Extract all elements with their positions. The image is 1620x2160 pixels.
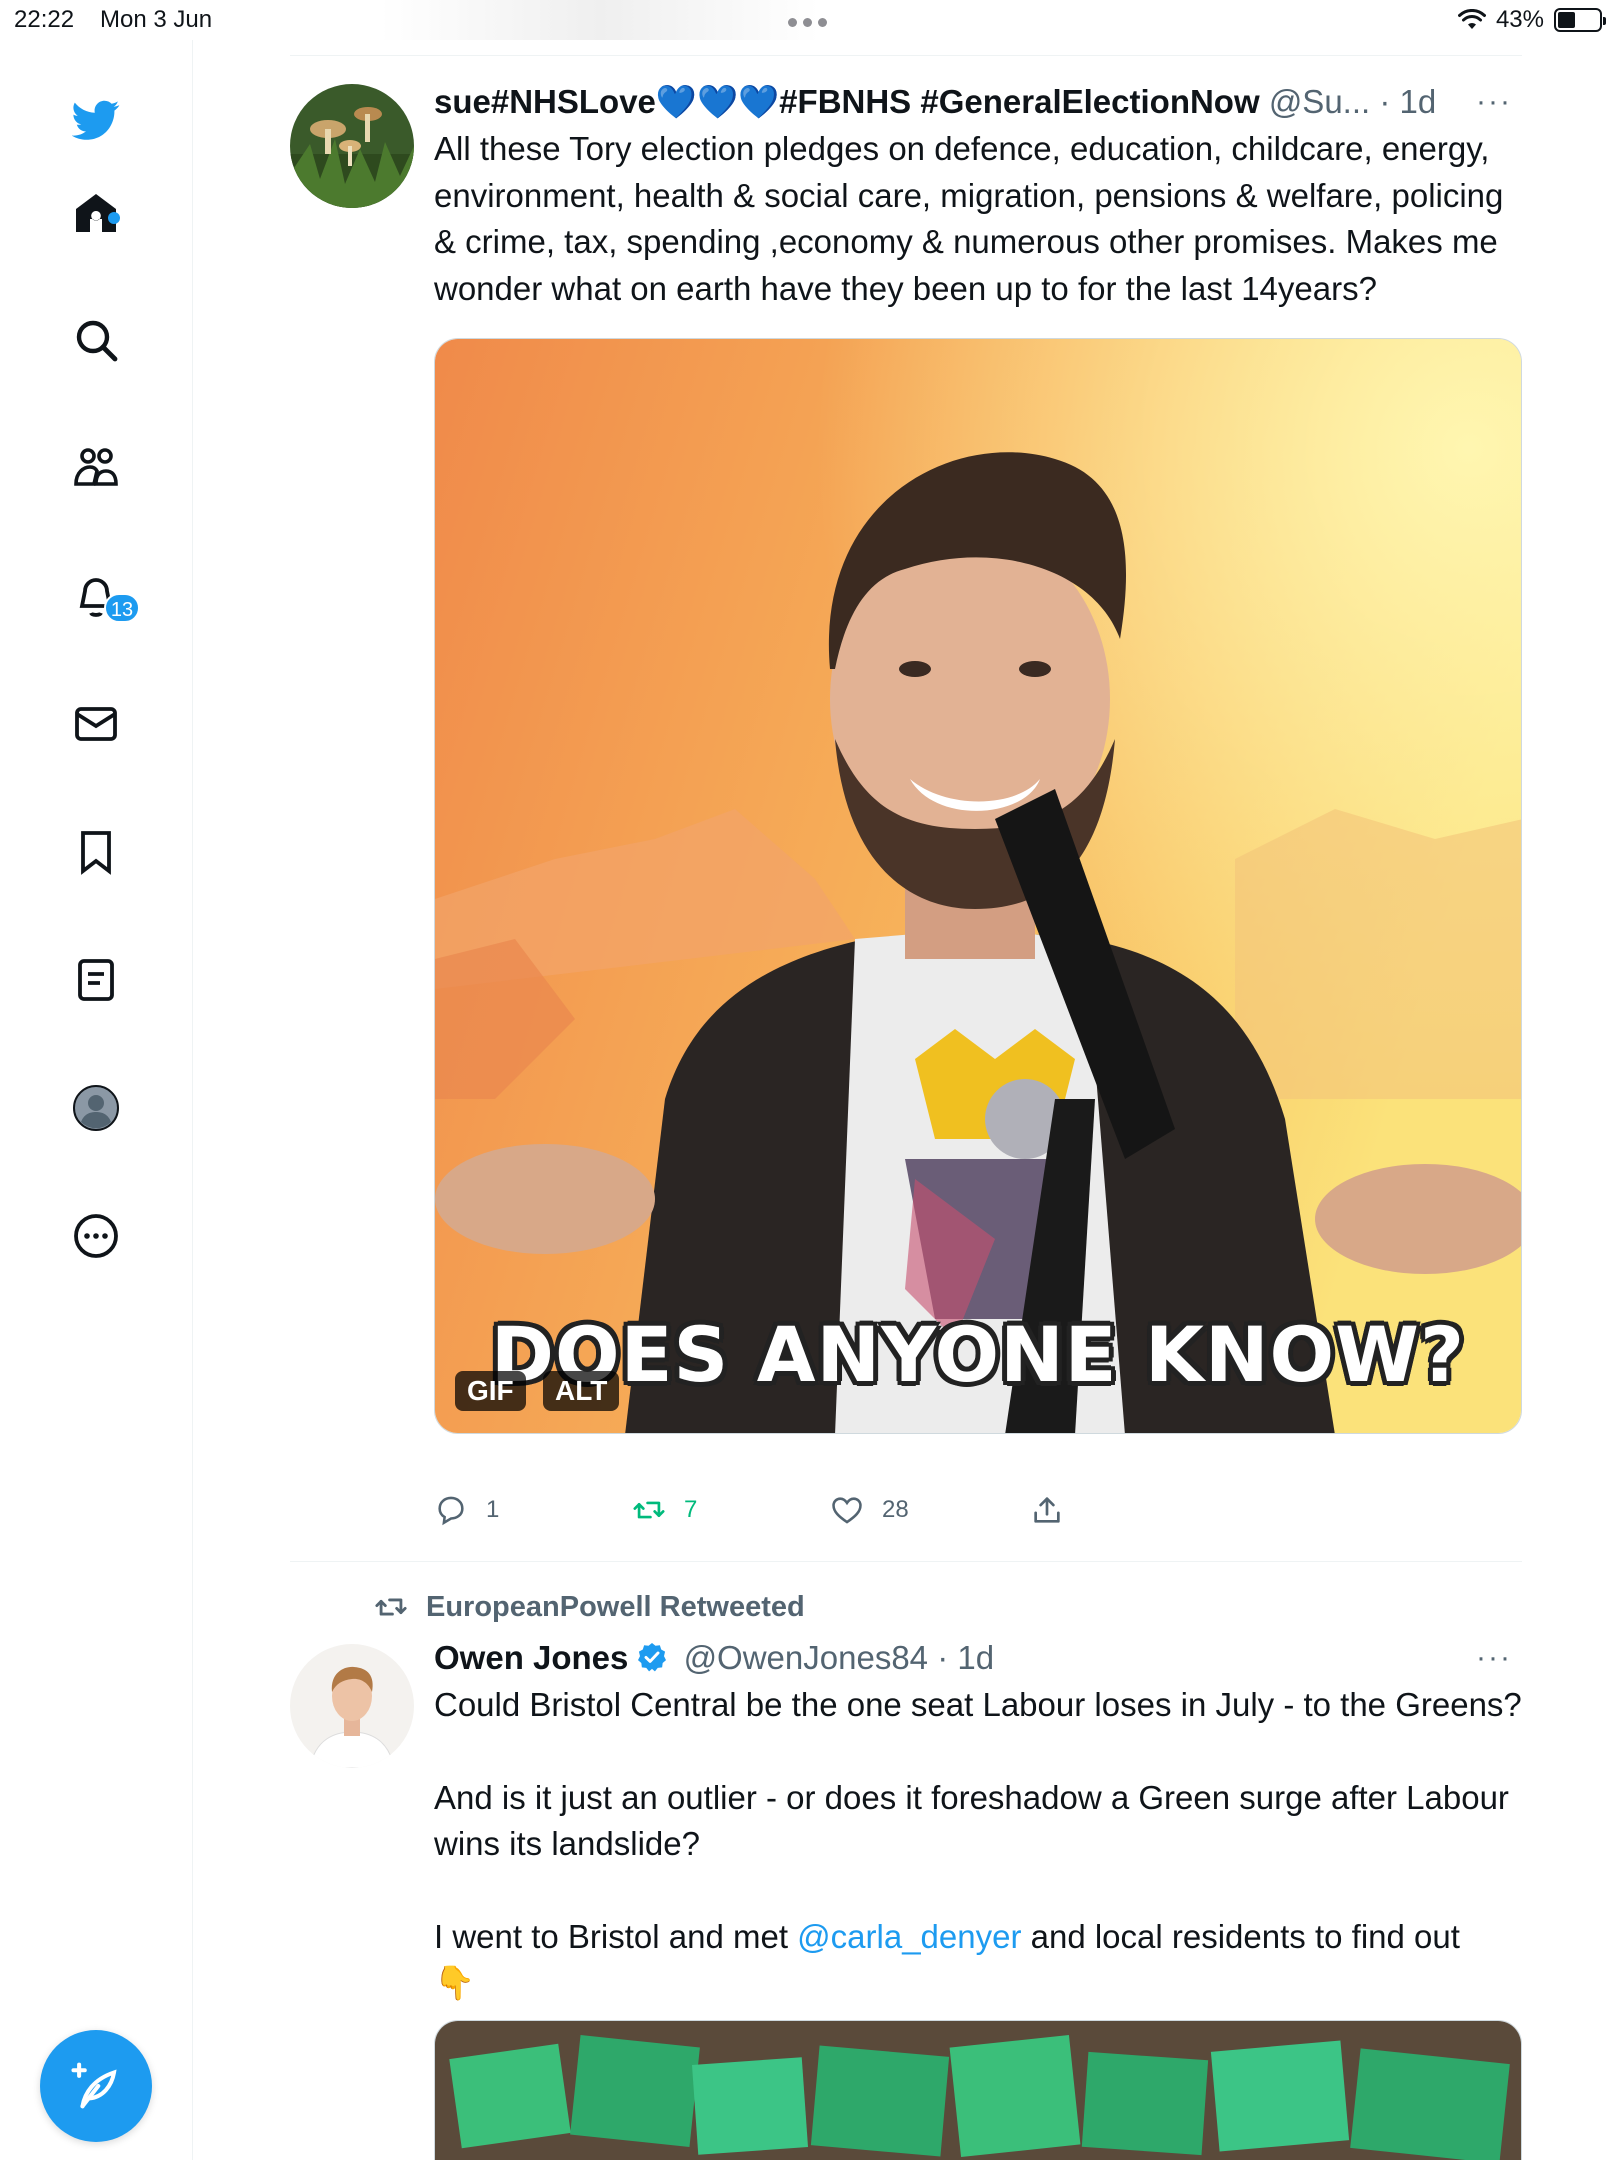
more-options-icon[interactable]: ···: [1476, 1636, 1512, 1680]
tweet-time[interactable]: 1d: [957, 1639, 994, 1676]
feed-top-divider: [290, 55, 1522, 56]
tweet-text: All these Tory election pledges on defen…: [434, 130, 1504, 307]
time-separator: ·: [1370, 83, 1400, 120]
profile-icon[interactable]: [66, 1078, 126, 1138]
tweet-time[interactable]: 1d: [1400, 83, 1437, 120]
time-separator: ·: [928, 1639, 958, 1676]
tweet-text-segment: and local residents to find out: [1021, 1917, 1460, 1955]
status-bar: 22:22 Mon 3 Jun 43%: [0, 0, 1620, 40]
notifications-badge: 13: [104, 593, 140, 623]
retweet-count: 7: [684, 1496, 698, 1523]
messages-icon[interactable]: [66, 694, 126, 754]
compose-feather-icon: [71, 2062, 117, 2109]
lists-icon[interactable]: [66, 950, 126, 1010]
tweet-paragraph: Could Bristol Central be the one seat La…: [434, 1686, 1522, 1723]
battery-fill: [1558, 12, 1576, 28]
status-right: 43%: [1457, 6, 1606, 34]
communities-icon[interactable]: [66, 438, 126, 498]
author-handle[interactable]: @Su...: [1269, 83, 1370, 120]
like-button[interactable]: 28: [830, 1493, 909, 1527]
pointing-down-emoji: 👇: [434, 1964, 476, 2001]
share-button[interactable]: [1030, 1493, 1064, 1527]
video-thumbnail: [435, 2021, 1521, 2160]
author-name[interactable]: sue#NHSLove💙💙💙#FBNHS #GeneralElectionNow: [434, 83, 1260, 120]
twitter-logo-icon[interactable]: [66, 90, 126, 150]
heart-icon: [832, 1497, 862, 1524]
status-date: Mon 3 Jun: [100, 6, 213, 33]
tweet-header: Owen Jones @OwenJones84 · 1d ···: [434, 1636, 1522, 1680]
multitasking-dots-icon[interactable]: [788, 18, 827, 27]
avatar[interactable]: [290, 84, 414, 208]
like-count: 28: [882, 1496, 909, 1523]
tweet-text: Could Bristol Central be the one seat La…: [434, 1682, 1522, 2007]
home-unread-dot: [108, 212, 120, 224]
tweet-text-segment: I went to Bristol and met: [434, 1917, 798, 1955]
search-icon[interactable]: [66, 310, 126, 370]
retweeted-by[interactable]: EuropeanPowell Retweeted: [374, 1590, 805, 1624]
author-handle[interactable]: @OwenJones84: [684, 1639, 928, 1676]
mention-link[interactable]: @carla_denyer: [797, 1918, 1021, 1955]
gif-badge: GIF: [455, 1371, 526, 1411]
tweet-media[interactable]: [434, 2020, 1522, 2160]
retweet-button[interactable]: 7: [632, 1493, 697, 1527]
bookmarks-icon[interactable]: [66, 822, 126, 882]
tweet-paragraph: I went to Bristol and met @carla_denyer …: [434, 1914, 1522, 2007]
multitasking-bar: [380, 0, 820, 40]
tweet-divider: [290, 1561, 1522, 1562]
retweeted-by-label: EuropeanPowell Retweeted: [426, 1590, 805, 1623]
tweet-gif[interactable]: DOES ANYONE KNOW? GIF ALT: [434, 338, 1522, 1434]
more-options-icon[interactable]: ···: [1476, 80, 1512, 124]
battery-percent: 43%: [1495, 6, 1544, 33]
avatar[interactable]: [290, 1644, 414, 1768]
retweet-icon: [633, 1501, 665, 1519]
wifi-icon: [1457, 9, 1486, 29]
tweet-header: sue#NHSLove💙💙💙#FBNHS #GeneralElectionNow…: [434, 80, 1522, 124]
tweet-paragraph: And is it just an outlier - or does it f…: [434, 1778, 1509, 1863]
status-time: 22:22: [14, 6, 75, 33]
gif-image: [435, 339, 1521, 1433]
reply-icon: [438, 1496, 464, 1526]
author-name[interactable]: Owen Jones: [434, 1639, 628, 1676]
reply-button[interactable]: 1: [434, 1493, 499, 1527]
reply-count: 1: [486, 1496, 500, 1523]
verified-badge-icon: [638, 1643, 667, 1672]
retweet-small-icon: [375, 1598, 407, 1616]
share-icon: [1034, 1497, 1060, 1523]
sidebar: 13: [0, 40, 193, 2160]
battery-icon: [1554, 8, 1606, 32]
more-icon[interactable]: [66, 1206, 126, 1266]
compose-button[interactable]: [40, 2030, 152, 2142]
alt-badge[interactable]: ALT: [543, 1371, 620, 1411]
